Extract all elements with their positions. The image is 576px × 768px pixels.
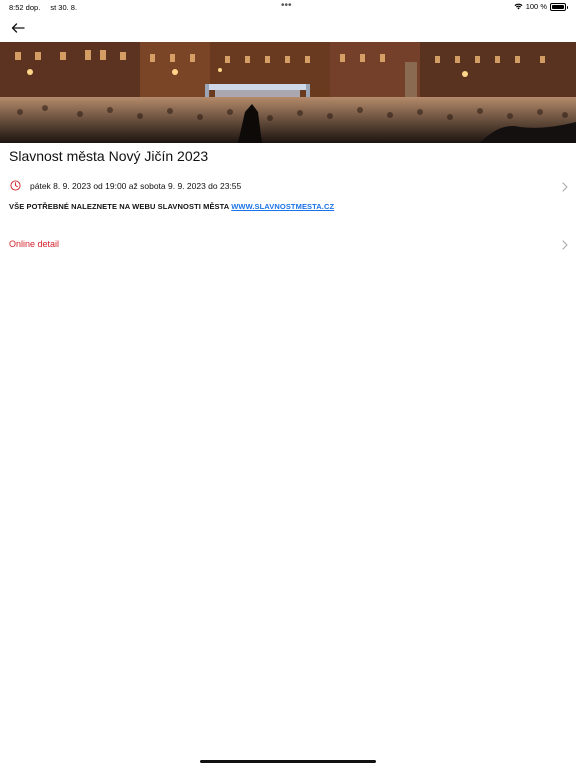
chevron-right-icon: [562, 182, 568, 192]
hero-image: [0, 42, 576, 143]
online-detail-label: Online detail: [9, 239, 60, 249]
status-date: st 30. 8.: [50, 3, 78, 12]
multitasking-dots[interactable]: •••: [281, 1, 292, 11]
nav-bar: [0, 14, 576, 42]
event-info-prefix: VŠE POTŘEBNÉ NALEZNETE NA WEBU SLAVNOSTI…: [9, 202, 230, 211]
back-button[interactable]: [8, 18, 28, 38]
wifi-icon: [514, 3, 523, 10]
arrow-left-icon: [11, 23, 25, 33]
status-bar: 8:52 dop. st 30. 8. ••• 100 %: [0, 0, 576, 14]
battery-icon: [550, 2, 568, 11]
home-indicator[interactable]: [200, 760, 376, 763]
event-website-link[interactable]: WWW.SLAVNOSTMESTA.CZ: [231, 202, 334, 211]
event-info-text: VŠE POTŘEBNÉ NALEZNETE NA WEBU SLAVNOSTI…: [9, 202, 334, 211]
battery-percent: 100 %: [525, 2, 547, 11]
online-detail-row[interactable]: Online detail: [0, 236, 576, 254]
status-left: 8:52 dop. st 30. 8.: [9, 3, 77, 12]
chevron-right-icon: [562, 240, 568, 250]
status-time: 8:52 dop.: [9, 3, 41, 12]
event-title: Slavnost města Nový Jičín 2023: [9, 148, 209, 164]
status-right: 100 %: [514, 2, 568, 11]
event-datetime: pátek 8. 9. 2023 od 19:00 až sobota 9. 9…: [30, 181, 242, 191]
clock-icon: [10, 180, 21, 191]
event-datetime-row[interactable]: pátek 8. 9. 2023 od 19:00 až sobota 9. 9…: [0, 176, 576, 198]
concert-crowd-image: [0, 42, 576, 143]
